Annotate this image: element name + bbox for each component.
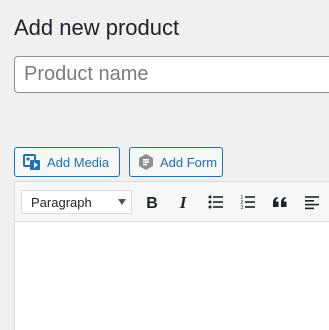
blockquote-icon [273,197,287,207]
chevron-down-icon [118,199,126,205]
add-form-button[interactable]: Add Form [129,147,223,177]
content-editor: Paragraph B I 1 2 3 [14,181,329,330]
bulleted-list-icon [208,195,223,209]
format-select-value: Paragraph [31,194,92,210]
add-media-button[interactable]: Add Media [14,147,120,177]
add-form-label: Add Form [160,154,218,170]
bold-button[interactable]: B [140,190,164,214]
align-left-button[interactable] [300,190,324,214]
add-media-label: Add Media [47,154,110,170]
numbered-list-icon: 1 2 3 [241,195,255,210]
italic-button[interactable]: I [171,190,195,214]
align-left-icon [305,196,319,210]
page: Add new product Add Media [0,0,329,330]
editor-toolbar: Paragraph B I 1 2 3 [15,182,329,222]
numbered-list-button[interactable]: 1 2 3 [236,190,260,214]
format-select[interactable]: Paragraph [21,190,132,214]
svg-text:3: 3 [241,205,244,210]
blockquote-button[interactable] [268,190,292,214]
svg-text:I: I [179,194,188,210]
svg-text:B: B [146,195,158,210]
add-media-icon [23,153,41,171]
editor-content-area[interactable] [15,222,329,330]
italic-icon: I [179,194,188,210]
form-icon [138,153,154,171]
bulleted-list-button[interactable] [204,190,228,214]
page-title: Add new product [14,15,180,40]
product-name-input[interactable] [14,56,329,93]
bold-icon: B [146,195,158,210]
